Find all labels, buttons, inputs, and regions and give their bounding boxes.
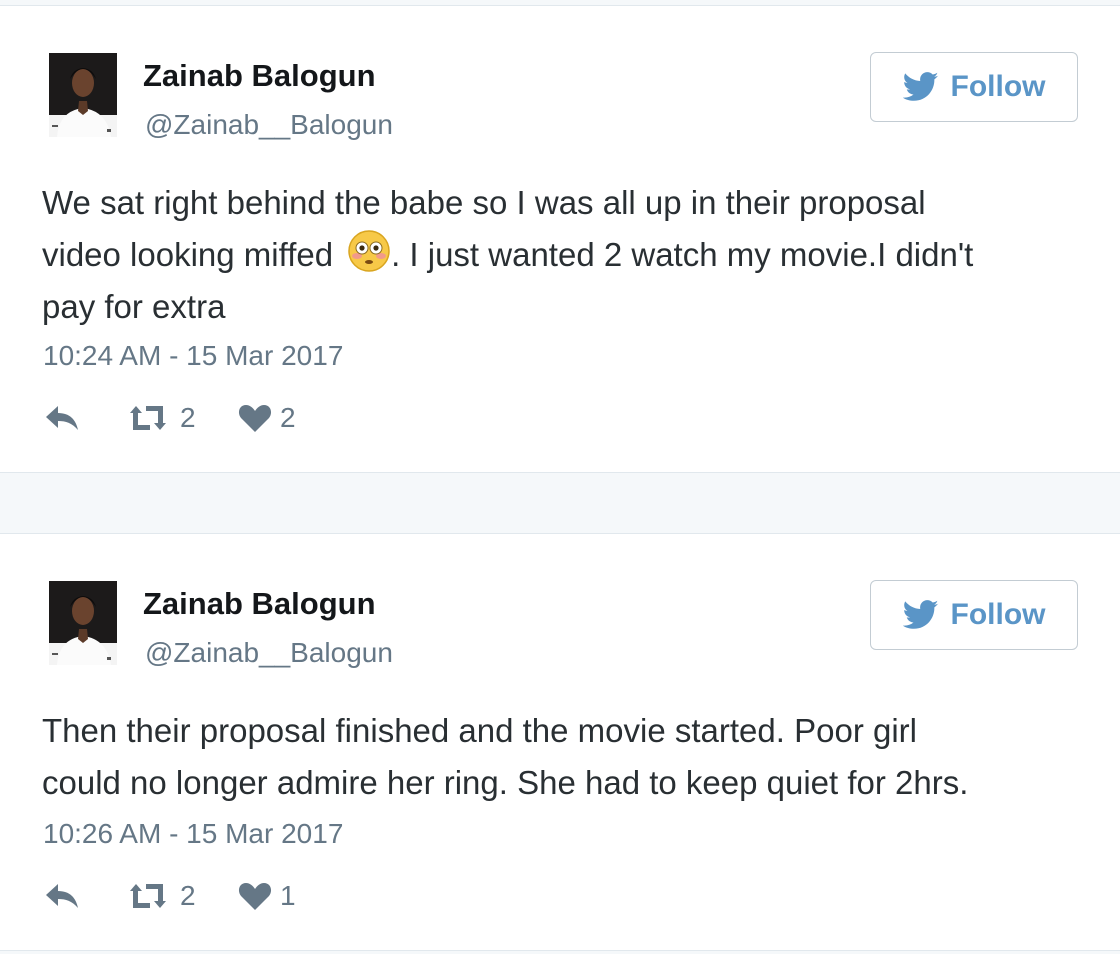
twitter-bird-icon: [902, 600, 938, 629]
tweet-text-line: pay for extra: [42, 288, 226, 325]
like-button[interactable]: 2: [238, 401, 296, 435]
retweet-button[interactable]: 2: [124, 879, 196, 913]
retweet-icon: [130, 884, 166, 908]
like-count: 2: [280, 402, 296, 433]
tweet-text-line: could no longer admire her ring. She had…: [42, 764, 969, 801]
author-name[interactable]: Zainab Balogun: [143, 586, 376, 622]
tweet-text-line: We sat right behind the babe so I was al…: [42, 184, 926, 221]
tweet-timestamp[interactable]: 10:26 AM - 15 Mar 2017: [43, 818, 343, 850]
like-count: 1: [280, 880, 296, 911]
follow-button[interactable]: Follow: [870, 52, 1078, 122]
tweet-text: We sat right behind the babe so I was al…: [42, 177, 1092, 333]
reply-button[interactable]: [44, 879, 80, 913]
retweet-count: 2: [180, 880, 196, 911]
heart-icon: [238, 883, 272, 910]
twitter-bird-icon: [902, 72, 938, 101]
like-button[interactable]: 1: [238, 879, 296, 913]
tweet-card: Zainab Balogun @Zainab__Balogun Follow T…: [0, 533, 1120, 951]
tweet-text-line: . I just wanted 2 watch my movie.I didn'…: [391, 236, 974, 273]
author-name[interactable]: Zainab Balogun: [143, 58, 376, 94]
avatar[interactable]: [49, 53, 117, 137]
tweet-text-line: Then their proposal finished and the mov…: [42, 712, 917, 749]
tweet-text-line: video looking miffed: [42, 236, 334, 273]
reply-button[interactable]: [44, 401, 80, 435]
heart-icon: [238, 405, 272, 432]
reply-icon: [46, 884, 78, 908]
avatar[interactable]: [49, 581, 117, 665]
avatar-photo-icon: [49, 581, 117, 665]
author-handle[interactable]: @Zainab__Balogun: [145, 109, 393, 141]
tweet-timestamp[interactable]: 10:24 AM - 15 Mar 2017: [43, 340, 343, 372]
follow-label: Follow: [950, 70, 1046, 103]
tweet-text: Then their proposal finished and the mov…: [42, 705, 1092, 809]
retweet-icon: [130, 406, 166, 430]
follow-button[interactable]: Follow: [870, 580, 1078, 650]
avatar-photo-icon: [49, 53, 117, 137]
retweet-count: 2: [180, 402, 196, 433]
tweet-card: Zainab Balogun @Zainab__Balogun Follow W…: [0, 5, 1120, 473]
flushed-face-emoji-icon: [348, 230, 390, 272]
follow-label: Follow: [950, 598, 1046, 631]
reply-icon: [46, 406, 78, 430]
author-handle[interactable]: @Zainab__Balogun: [145, 637, 393, 669]
retweet-button[interactable]: 2: [124, 401, 196, 435]
